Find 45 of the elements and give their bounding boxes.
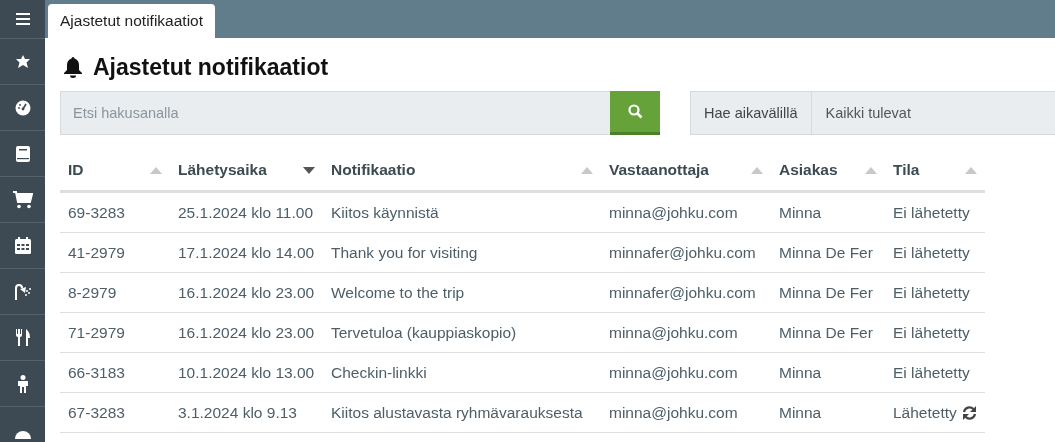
table-cell: Ei lähetetty [893, 243, 970, 261]
table-cell: minna@johku.com [609, 363, 738, 381]
table-cell: 67-3283 [68, 403, 125, 421]
column-header[interactable]: ID [68, 161, 84, 179]
table-cell: Ei lähetetty [893, 283, 970, 301]
table-cell: 41-2979 [68, 243, 125, 261]
column-header[interactable]: Tila [893, 161, 920, 179]
table-cell: Ei lähetetty [893, 203, 970, 221]
page-title: Ajastetut notifikaatiot [93, 53, 329, 81]
table-cell: Kiitos alustavasta ryhmävarauksesta [331, 403, 583, 421]
search-field[interactable]: Etsi hakusanalla [60, 91, 610, 135]
table-cell: Kiitos käynnistä [331, 203, 439, 221]
table-cell: 25.1.2024 klo 11.00 [178, 203, 314, 221]
table-cell: minnafer@johku.com [609, 243, 756, 261]
table-cell: Thank you for visiting [331, 243, 478, 261]
table-cell: minnafer@johku.com [609, 283, 756, 301]
table-cell: Minna De Fer [779, 283, 873, 301]
table-cell: Minna [779, 363, 822, 381]
table-cell: Checkin-linkki [331, 363, 427, 381]
table-cell: 66-3183 [68, 363, 125, 381]
table-cell: minna@johku.com [609, 403, 738, 421]
table-cell: 16.1.2024 klo 23.00 [178, 283, 315, 301]
table-cell: 17.1.2024 klo 14.00 [178, 243, 315, 261]
table-cell: 69-3283 [68, 203, 125, 221]
table-cell: Tervetuloa (kauppiaskopio) [331, 323, 517, 341]
table-cell: Minna De Fer [779, 323, 873, 341]
table-cell: minna@johku.com [609, 203, 738, 221]
table-cell: 10.1.2024 klo 13.00 [178, 363, 315, 381]
table-cell: Lähetetty [893, 403, 957, 421]
column-header[interactable]: Lähetysaika [178, 161, 267, 179]
table-cell: Ei lähetetty [893, 363, 970, 381]
table-cell: Minna De Fer [779, 243, 873, 261]
table-cell: Ei lähetetty [893, 323, 970, 341]
table-cell: 16.1.2024 klo 23.00 [178, 323, 315, 341]
page-tab[interactable]: Ajastetut notifikaatiot [48, 4, 216, 38]
column-header[interactable]: Notifikaatio [331, 161, 416, 179]
table-cell: 8-2979 [68, 283, 117, 301]
table-cell: 3.1.2024 klo 9.13 [178, 403, 297, 421]
table-cell: Minna [779, 203, 822, 221]
table-cell: 71-2979 [68, 323, 125, 341]
table-cell: Welcome to the trip [331, 283, 465, 301]
table-cell: Minna [779, 403, 822, 421]
column-header[interactable]: Asiakas [779, 161, 838, 179]
table-cell: minna@johku.com [609, 323, 738, 341]
column-header[interactable]: Vastaanottaja [609, 161, 709, 179]
